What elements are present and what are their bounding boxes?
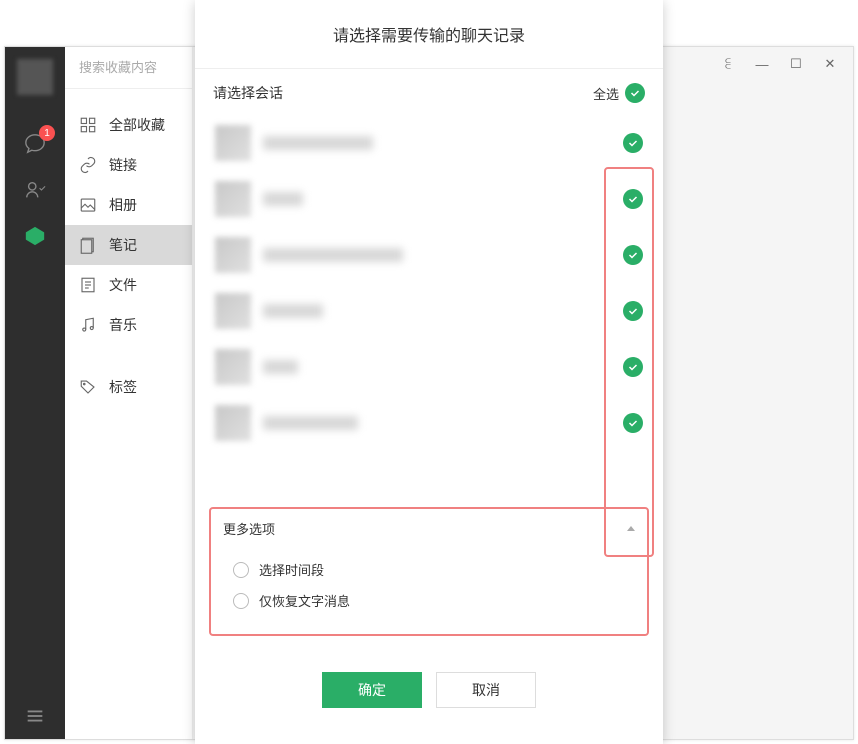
- check-icon[interactable]: [623, 357, 643, 377]
- cat-all[interactable]: 全部收藏: [65, 105, 192, 145]
- cat-label: 全部收藏: [109, 115, 165, 135]
- more-options-panel: 更多选项 选择时间段 仅恢复文字消息: [209, 507, 649, 636]
- select-conversation-label: 请选择会话: [213, 83, 283, 103]
- conversation-item[interactable]: [209, 171, 649, 227]
- radio-icon: [233, 562, 249, 578]
- check-icon[interactable]: [623, 301, 643, 321]
- chevron-up-icon: [627, 526, 635, 531]
- avatar: [215, 237, 251, 273]
- chat-icon[interactable]: 1: [5, 121, 65, 167]
- conversation-item[interactable]: [209, 283, 649, 339]
- pin-button[interactable]: ⫕: [711, 51, 745, 77]
- cat-label: 音乐: [109, 315, 137, 335]
- category-sidebar: 搜索收藏内容 全部收藏 链接 相册 笔记 文件: [65, 47, 193, 739]
- cat-tags[interactable]: 标签: [65, 367, 192, 407]
- select-all-toggle[interactable]: 全选: [593, 83, 645, 103]
- option-time-range[interactable]: 选择时间段: [223, 554, 635, 585]
- more-options-toggle[interactable]: 更多选项: [223, 519, 635, 538]
- conversation-name: [263, 304, 323, 318]
- favorites-icon[interactable]: [5, 213, 65, 259]
- modal-title: 请选择需要传输的聊天记录: [195, 0, 663, 69]
- check-icon: [625, 83, 645, 103]
- conversation-item[interactable]: [209, 339, 649, 395]
- conversation-list: [209, 115, 649, 495]
- cat-label: 标签: [109, 377, 137, 397]
- avatar: [215, 405, 251, 441]
- cat-label: 相册: [109, 195, 137, 215]
- conversation-name: [263, 192, 303, 206]
- check-icon[interactable]: [623, 133, 643, 153]
- option-text-only[interactable]: 仅恢复文字消息: [223, 585, 635, 616]
- search-input[interactable]: 搜索收藏内容: [65, 47, 192, 89]
- cat-label: 笔记: [109, 235, 137, 255]
- conversation-name: [263, 248, 403, 262]
- conversation-name: [263, 136, 373, 150]
- maximize-button[interactable]: ☐: [779, 51, 813, 77]
- avatar: [215, 293, 251, 329]
- menu-icon[interactable]: [5, 693, 65, 739]
- cat-files[interactable]: 文件: [65, 265, 192, 305]
- cancel-button[interactable]: 取消: [436, 672, 536, 708]
- cat-music[interactable]: 音乐: [65, 305, 192, 345]
- check-icon[interactable]: [623, 245, 643, 265]
- chat-badge: 1: [39, 125, 55, 141]
- close-button[interactable]: ✕: [813, 51, 847, 77]
- cat-label: 文件: [109, 275, 137, 295]
- cat-photos[interactable]: 相册: [65, 185, 192, 225]
- contacts-icon[interactable]: [5, 167, 65, 213]
- conversation-item[interactable]: [209, 115, 649, 171]
- main-sidebar: 1: [5, 47, 65, 739]
- conversation-item[interactable]: [209, 395, 649, 451]
- user-avatar[interactable]: [17, 59, 53, 95]
- conversation-name: [263, 416, 358, 430]
- check-icon[interactable]: [623, 413, 643, 433]
- avatar: [215, 181, 251, 217]
- avatar: [215, 349, 251, 385]
- cat-label: 链接: [109, 155, 137, 175]
- confirm-button[interactable]: 确定: [322, 672, 422, 708]
- radio-icon: [233, 593, 249, 609]
- transfer-modal: 请选择需要传输的聊天记录 请选择会话 全选: [195, 0, 663, 744]
- conversation-item[interactable]: [209, 227, 649, 283]
- cat-notes[interactable]: 笔记: [65, 225, 192, 265]
- check-icon[interactable]: [623, 189, 643, 209]
- cat-links[interactable]: 链接: [65, 145, 192, 185]
- avatar: [215, 125, 251, 161]
- conversation-name: [263, 360, 298, 374]
- minimize-button[interactable]: —: [745, 51, 779, 77]
